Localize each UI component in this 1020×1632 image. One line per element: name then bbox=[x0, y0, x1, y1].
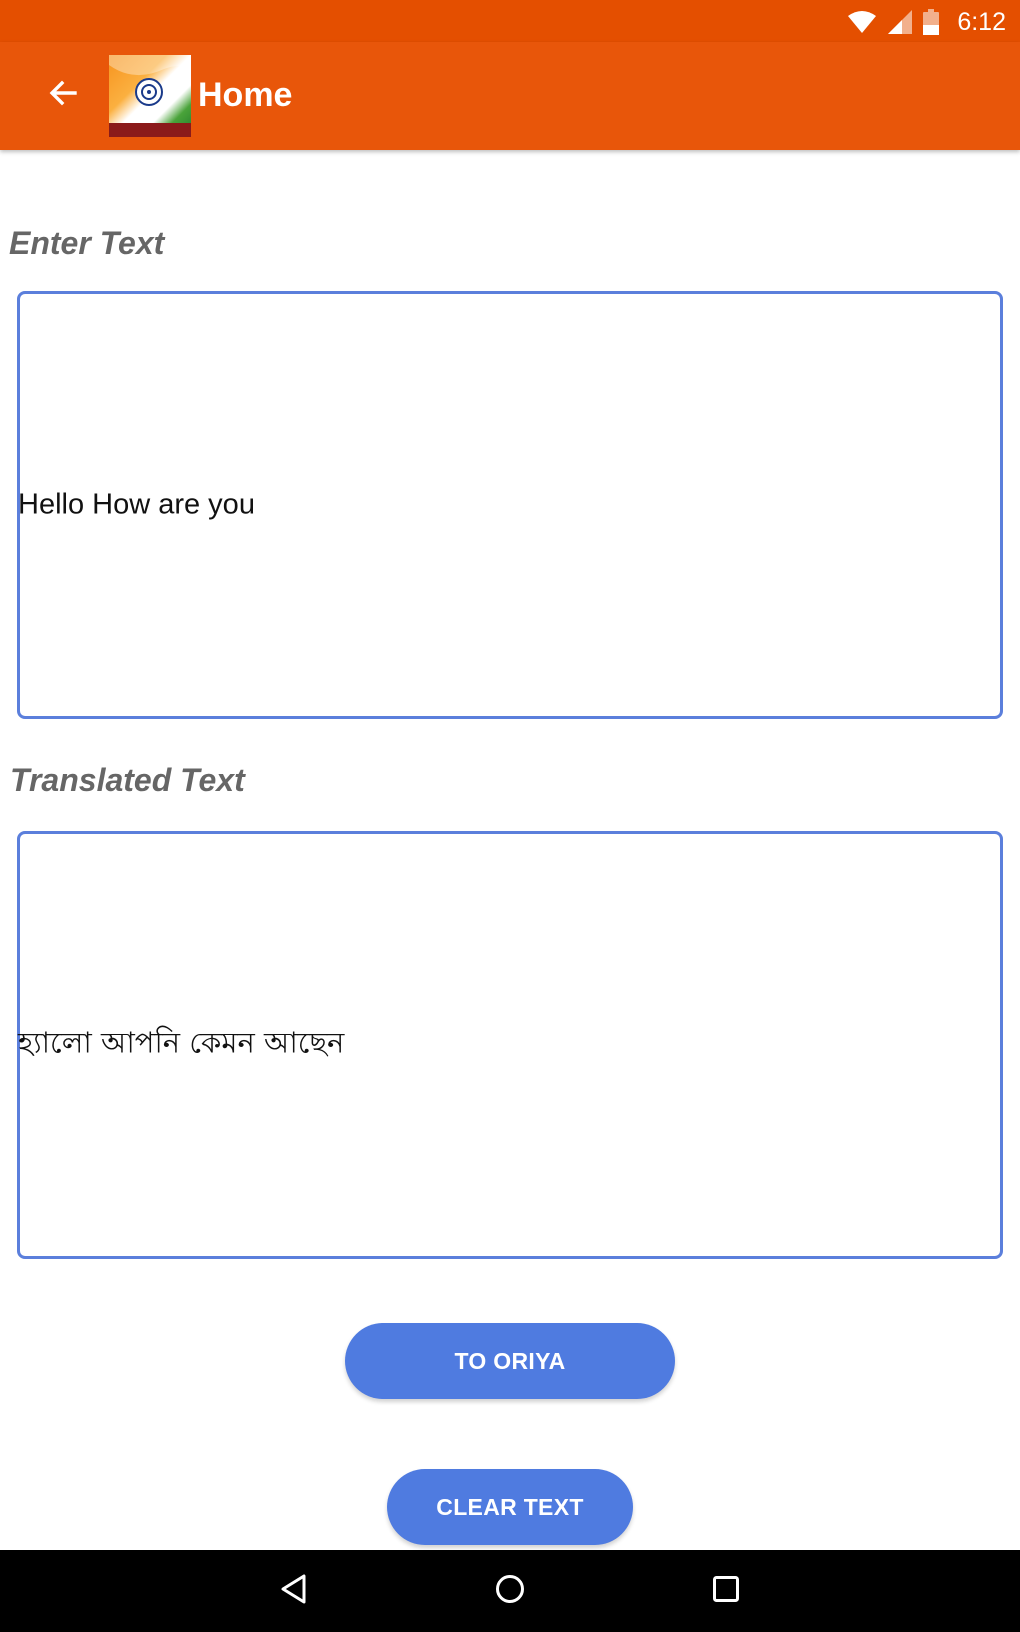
status-icons: 6:12 bbox=[847, 7, 1006, 37]
translated-text-field[interactable]: হ্যালো আপনি কেমন আছেন bbox=[17, 831, 1003, 1259]
app-logo bbox=[109, 55, 191, 137]
status-bar: 6:12 bbox=[0, 0, 1020, 42]
app-bar: Home bbox=[0, 42, 1020, 150]
translated-text-value: হ্যালো আপনি কেমন আছেন bbox=[18, 1025, 345, 1060]
input-text-value: Hello How are you bbox=[18, 488, 255, 521]
nav-home-button[interactable] bbox=[482, 1563, 538, 1619]
back-button[interactable] bbox=[38, 70, 88, 120]
battery-icon bbox=[923, 9, 940, 35]
status-time: 6:12 bbox=[957, 7, 1006, 36]
arrow-left-icon bbox=[47, 77, 79, 113]
nav-recents-button[interactable] bbox=[698, 1563, 754, 1619]
nav-home-icon bbox=[494, 1573, 526, 1609]
page-title: Home bbox=[198, 76, 293, 114]
translated-text-label: Translated Text bbox=[10, 762, 245, 798]
enter-text-label: Enter Text bbox=[9, 225, 165, 261]
nav-recents-icon bbox=[711, 1574, 741, 1608]
wifi-icon bbox=[847, 10, 877, 34]
nav-back-button[interactable] bbox=[266, 1563, 322, 1619]
signal-icon bbox=[887, 9, 913, 35]
input-text-field[interactable]: Hello How are you bbox=[17, 291, 1003, 719]
nav-back-icon bbox=[279, 1573, 309, 1609]
translate-to-oriya-button[interactable]: TO ORIYA bbox=[345, 1323, 675, 1399]
clear-text-button[interactable]: CLEAR TEXT bbox=[387, 1469, 633, 1545]
navigation-bar bbox=[0, 1550, 1020, 1632]
